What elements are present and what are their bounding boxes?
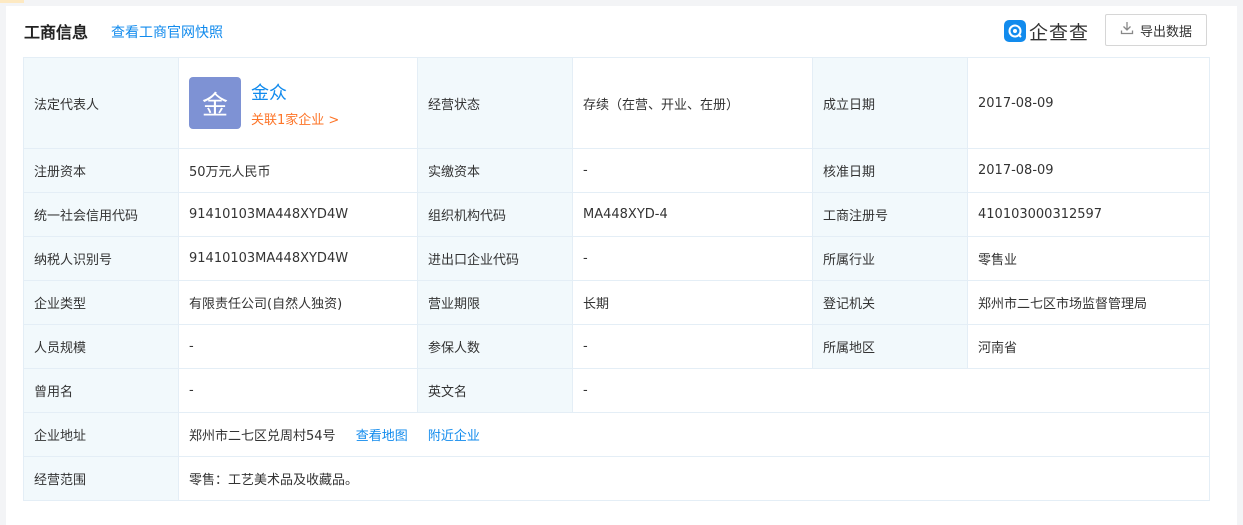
- founded-value: 2017-08-09: [967, 57, 1210, 149]
- authority-label: 登记机关: [812, 280, 968, 325]
- legal-rep-label: 法定代表人: [23, 57, 179, 149]
- reg-no-label: 工商注册号: [812, 192, 968, 237]
- credit-code-label: 统一社会信用代码: [23, 192, 179, 237]
- nearby-companies-link[interactable]: 附近企业: [428, 429, 480, 444]
- former-name-value: -: [178, 368, 418, 413]
- address-value: 郑州市二七区兑周村54号: [189, 429, 336, 444]
- qichacha-brand[interactable]: 企查查: [1004, 18, 1089, 44]
- taxpayer-label: 纳税人识别号: [23, 236, 179, 281]
- export-data-label: 导出数据: [1139, 24, 1192, 40]
- export-data-button[interactable]: 导出数据: [1105, 14, 1207, 46]
- staff-label: 人员规模: [23, 324, 179, 369]
- org-code-label: 组织机构代码: [417, 192, 573, 237]
- table-row: 人员规模 - 参保人数 - 所属地区 河南省: [23, 324, 1210, 369]
- term-value: 长期: [572, 280, 813, 325]
- related-companies-link[interactable]: 关联1家企业 >: [251, 109, 339, 128]
- table-row: 曾用名 - 英文名 -: [23, 368, 1210, 413]
- table-row: 法定代表人 金 金众 关联1家企业 > 经营状态 存续（在营、开业、在册） 成立…: [23, 57, 1210, 149]
- brand-name: 企查查: [1029, 21, 1090, 44]
- legal-rep-name-link[interactable]: 金众: [251, 79, 339, 105]
- legal-rep-cell: 金 金众 关联1家企业 >: [178, 57, 418, 149]
- address-cell: 郑州市二七区兑周村54号 查看地图 附近企业: [178, 412, 1210, 457]
- qichacha-logo-icon: [1004, 20, 1026, 42]
- term-label: 营业期限: [417, 280, 573, 325]
- table-row: 注册资本 50万元人民币 实缴资本 - 核准日期 2017-08-09: [23, 148, 1210, 193]
- table-row: 企业类型 有限责任公司(自然人独资) 营业期限 长期 登记机关 郑州市二七区市场…: [23, 280, 1210, 325]
- business-info-table: 法定代表人 金 金众 关联1家企业 > 经营状态 存续（在营、开业、在册） 成立…: [23, 57, 1210, 501]
- table-row: 企业地址 郑州市二七区兑周村54号 查看地图 附近企业: [23, 412, 1210, 457]
- industry-label: 所属行业: [812, 236, 968, 281]
- authority-value: 郑州市二七区市场监督管理局: [967, 280, 1210, 325]
- english-name-value: -: [572, 368, 1210, 413]
- download-icon: [1120, 21, 1134, 39]
- industry-value: 零售业: [967, 236, 1210, 281]
- import-export-label: 进出口企业代码: [417, 236, 573, 281]
- top-accent-bar: [0, 0, 24, 3]
- credit-code-value: 91410103MA448XYD4W: [178, 192, 418, 237]
- status-label: 经营状态: [417, 57, 573, 149]
- table-row: 纳税人识别号 91410103MA448XYD4W 进出口企业代码 - 所属行业…: [23, 236, 1210, 281]
- status-value: 存续（在营、开业、在册）: [572, 57, 813, 149]
- approved-value: 2017-08-09: [967, 148, 1210, 193]
- address-label: 企业地址: [23, 412, 179, 457]
- insured-value: -: [572, 324, 813, 369]
- insured-label: 参保人数: [417, 324, 573, 369]
- org-code-value: MA448XYD-4: [572, 192, 813, 237]
- taxpayer-value: 91410103MA448XYD4W: [178, 236, 418, 281]
- region-label: 所属地区: [812, 324, 968, 369]
- english-name-label: 英文名: [417, 368, 573, 413]
- company-type-label: 企业类型: [23, 280, 179, 325]
- snapshot-link[interactable]: 查看工商官网快照: [111, 22, 223, 42]
- founded-label: 成立日期: [812, 57, 968, 149]
- scope-value: 零售：工艺美术品及收藏品。: [178, 456, 1210, 501]
- paid-capital-value: -: [572, 148, 813, 193]
- view-map-link[interactable]: 查看地图: [356, 429, 408, 444]
- table-row: 经营范围 零售：工艺美术品及收藏品。: [23, 456, 1210, 501]
- former-name-label: 曾用名: [23, 368, 179, 413]
- reg-capital-label: 注册资本: [23, 148, 179, 193]
- import-export-value: -: [572, 236, 813, 281]
- section-title: 工商信息: [24, 23, 89, 42]
- legal-rep-avatar: 金: [189, 77, 241, 129]
- paid-capital-label: 实缴资本: [417, 148, 573, 193]
- company-type-value: 有限责任公司(自然人独资): [178, 280, 418, 325]
- table-row: 统一社会信用代码 91410103MA448XYD4W 组织机构代码 MA448…: [23, 192, 1210, 237]
- approved-label: 核准日期: [812, 148, 968, 193]
- scope-label: 经营范围: [23, 456, 179, 501]
- business-info-panel: 工商信息 查看工商官网快照 企查查 导出数据 法定代表人 金 金众 关联1家企业…: [6, 6, 1237, 525]
- staff-value: -: [178, 324, 418, 369]
- reg-capital-value: 50万元人民币: [178, 148, 418, 193]
- reg-no-value: 410103000312597: [967, 192, 1210, 237]
- region-value: 河南省: [967, 324, 1210, 369]
